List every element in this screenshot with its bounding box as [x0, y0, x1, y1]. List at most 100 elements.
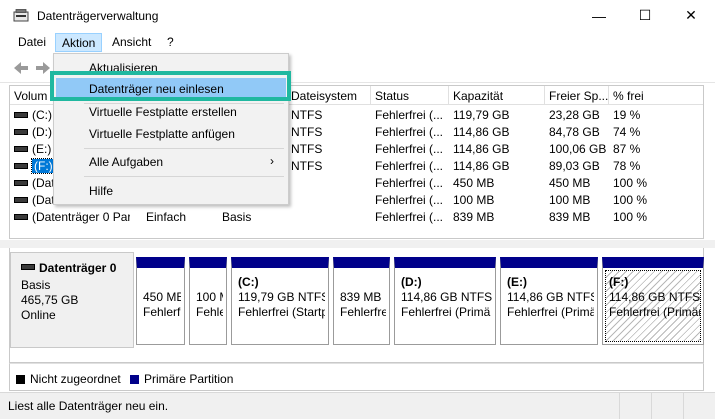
- menu-item-datentraeger-neu-einlesen[interactable]: Datenträger neu einlesen: [56, 78, 286, 100]
- partition-status: Fehlerfrei (Primär: [609, 305, 700, 319]
- cell-capacity: 839 MB: [453, 210, 495, 224]
- partition-block[interactable]: (E:) 114,86 GB NTFS Fehlerfrei (Primä: [500, 257, 598, 345]
- minimize-button[interactable]: —: [576, 0, 622, 31]
- cell-free: 100,06 GB: [549, 142, 607, 156]
- menu-separator: [84, 148, 284, 149]
- maximize-button[interactable]: ☐: [622, 0, 668, 31]
- partition-size: 119,79 GB NTFS: [238, 290, 325, 304]
- volume-name: (Dat: [32, 193, 55, 207]
- cell-capacity: 119,79 GB: [453, 108, 510, 122]
- cell-fs: NTFS: [291, 159, 323, 173]
- menu-bar: Datei Aktion Ansicht ?: [0, 31, 715, 53]
- table-row[interactable]: (Datenträger 0 Par... Einfach Basis Fehlerf…: [10, 208, 703, 225]
- volume-name: (Dat: [32, 176, 55, 190]
- legend-primary-label: Primäre Partition: [144, 372, 234, 386]
- partition-content: (E:) 114,86 GB NTFS Fehlerfrei (Primä: [504, 271, 594, 341]
- partition-name: (D:): [401, 275, 422, 289]
- cell-capacity: 450 MB: [453, 176, 495, 190]
- volume-icon: [14, 196, 28, 203]
- cell-status: Fehlerfrei (...: [375, 210, 444, 224]
- forward-arrow-icon[interactable]: [33, 58, 53, 78]
- back-arrow-icon[interactable]: [11, 58, 31, 78]
- partition-name: (C:): [238, 275, 259, 289]
- title-bar: Datenträgerverwaltung — ☐ ✕: [0, 0, 715, 31]
- status-bar: Liest alle Datenträger neu ein.: [0, 392, 715, 419]
- cell-free: 100 MB: [549, 193, 591, 207]
- disk-icon: [21, 263, 35, 270]
- volume-name: (C:): [32, 108, 52, 122]
- volume-icon: [14, 128, 28, 135]
- cell-capacity: 100 MB: [453, 193, 495, 207]
- cell-capacity: 114,86 GB: [453, 159, 510, 173]
- partition-block[interactable]: 450 MBFehlerfrei: [136, 257, 185, 345]
- partition-size: 114,86 GB NTFS: [507, 290, 594, 304]
- cell-pct: 100 %: [613, 176, 648, 190]
- cell-capacity: 114,86 GB: [453, 125, 510, 139]
- menu-item-hilfe[interactable]: Hilfe: [56, 180, 286, 202]
- partition-content: (C:) 119,79 GB NTFS Fehlerfrei (Startp: [235, 271, 325, 341]
- partition-name: (F:): [609, 275, 629, 289]
- cell-pct: 87 %: [613, 142, 641, 156]
- partition-name: [340, 275, 383, 290]
- menu-datei[interactable]: Datei: [12, 33, 52, 52]
- partition-size: 100 M: [196, 290, 223, 304]
- column-header-percent-free[interactable]: % frei: [609, 86, 703, 105]
- disk-management-icon: [13, 9, 29, 22]
- partition-status: Fehlerfrei (Startp: [238, 305, 325, 319]
- column-header-volume[interactable]: Volum: [10, 86, 55, 105]
- partition-size: 114,86 GB NTFS: [609, 290, 700, 304]
- volume-name: (F:): [31, 158, 56, 174]
- menu-item-alle-aufgaben[interactable]: Alle Aufgaben ›: [56, 151, 286, 173]
- partition-block[interactable]: (D:) 114,86 GB NTFS Fehlerfrei (Primä: [394, 257, 496, 345]
- status-text: Liest alle Datenträger neu ein.: [0, 393, 620, 419]
- menu-help[interactable]: ?: [161, 33, 180, 52]
- volume-icon: [14, 145, 28, 152]
- window-title: Datenträgerverwaltung: [37, 9, 159, 23]
- menu-item-vhd-erstellen[interactable]: Virtuelle Festplatte erstellen: [56, 101, 286, 123]
- menu-item-vhd-anfuegen[interactable]: Virtuelle Festplatte anfügen: [56, 123, 286, 145]
- disk-size: 465,75 GB: [21, 293, 79, 307]
- menu-aktion[interactable]: Aktion: [55, 33, 103, 52]
- cell-pct: 74 %: [613, 125, 641, 139]
- unallocated-swatch: [16, 375, 25, 384]
- partition-block[interactable]: (F:) 114,86 GB NTFS Fehlerfrei (Primär: [602, 257, 704, 345]
- column-header-status[interactable]: Status: [371, 86, 449, 105]
- partition-block[interactable]: (C:) 119,79 GB NTFS Fehlerfrei (Startp: [231, 257, 329, 345]
- chevron-right-icon: ›: [270, 154, 274, 168]
- cell-free: 84,78 GB: [549, 125, 600, 139]
- cell-free: 839 MB: [549, 210, 591, 224]
- menu-ansicht[interactable]: Ansicht: [106, 33, 157, 52]
- partition-block[interactable]: 100 MFehle: [189, 257, 227, 345]
- volume-name: (D:): [32, 125, 52, 139]
- partition-block[interactable]: 839 MB Fehlerfrei: [333, 257, 390, 345]
- menu-separator: [84, 176, 284, 177]
- menu-item-aktualisieren[interactable]: Aktualisieren: [56, 57, 286, 79]
- cell-pct: 100 %: [613, 210, 648, 224]
- cell-status: Fehlerfrei (...: [375, 193, 444, 207]
- column-header-filesystem[interactable]: Dateisystem: [287, 86, 371, 105]
- status-cell-2: [620, 393, 652, 419]
- disk-map: Datenträger 0 Basis 465,75 GB Online 450…: [9, 248, 704, 363]
- cell-pct: 19 %: [613, 108, 641, 122]
- column-header-capacity[interactable]: Kapazität: [449, 86, 545, 105]
- cell-fs: NTFS: [291, 108, 323, 122]
- partition-size: 839 MB: [340, 290, 382, 304]
- pane-splitter[interactable]: [0, 240, 715, 248]
- cell-fs: [287, 174, 371, 191]
- disk-name: Datenträger 0: [39, 261, 117, 275]
- cell-type: Basis: [222, 210, 252, 224]
- partition-content: 100 MFehle: [193, 271, 223, 341]
- column-header-free-space[interactable]: Freier Sp...: [545, 86, 609, 105]
- disk-0-label[interactable]: Datenträger 0 Basis 465,75 GB Online: [10, 252, 134, 348]
- aktion-menu: Aktualisieren Datenträger neu einlesen V…: [53, 53, 289, 205]
- disk-type: Basis: [21, 278, 51, 292]
- partition-content: 839 MB Fehlerfrei: [337, 271, 386, 341]
- volume-icon: [14, 179, 28, 186]
- partition-name: [143, 275, 178, 290]
- disk-state: Online: [21, 308, 56, 322]
- cell-volume: (Datenträger 0 Par...: [10, 208, 130, 225]
- partition-status: Fehlerfrei: [143, 305, 181, 319]
- cell-status: Fehlerfrei (...: [375, 108, 444, 122]
- legend-primary: Primäre Partition: [130, 372, 233, 386]
- close-button[interactable]: ✕: [668, 0, 714, 31]
